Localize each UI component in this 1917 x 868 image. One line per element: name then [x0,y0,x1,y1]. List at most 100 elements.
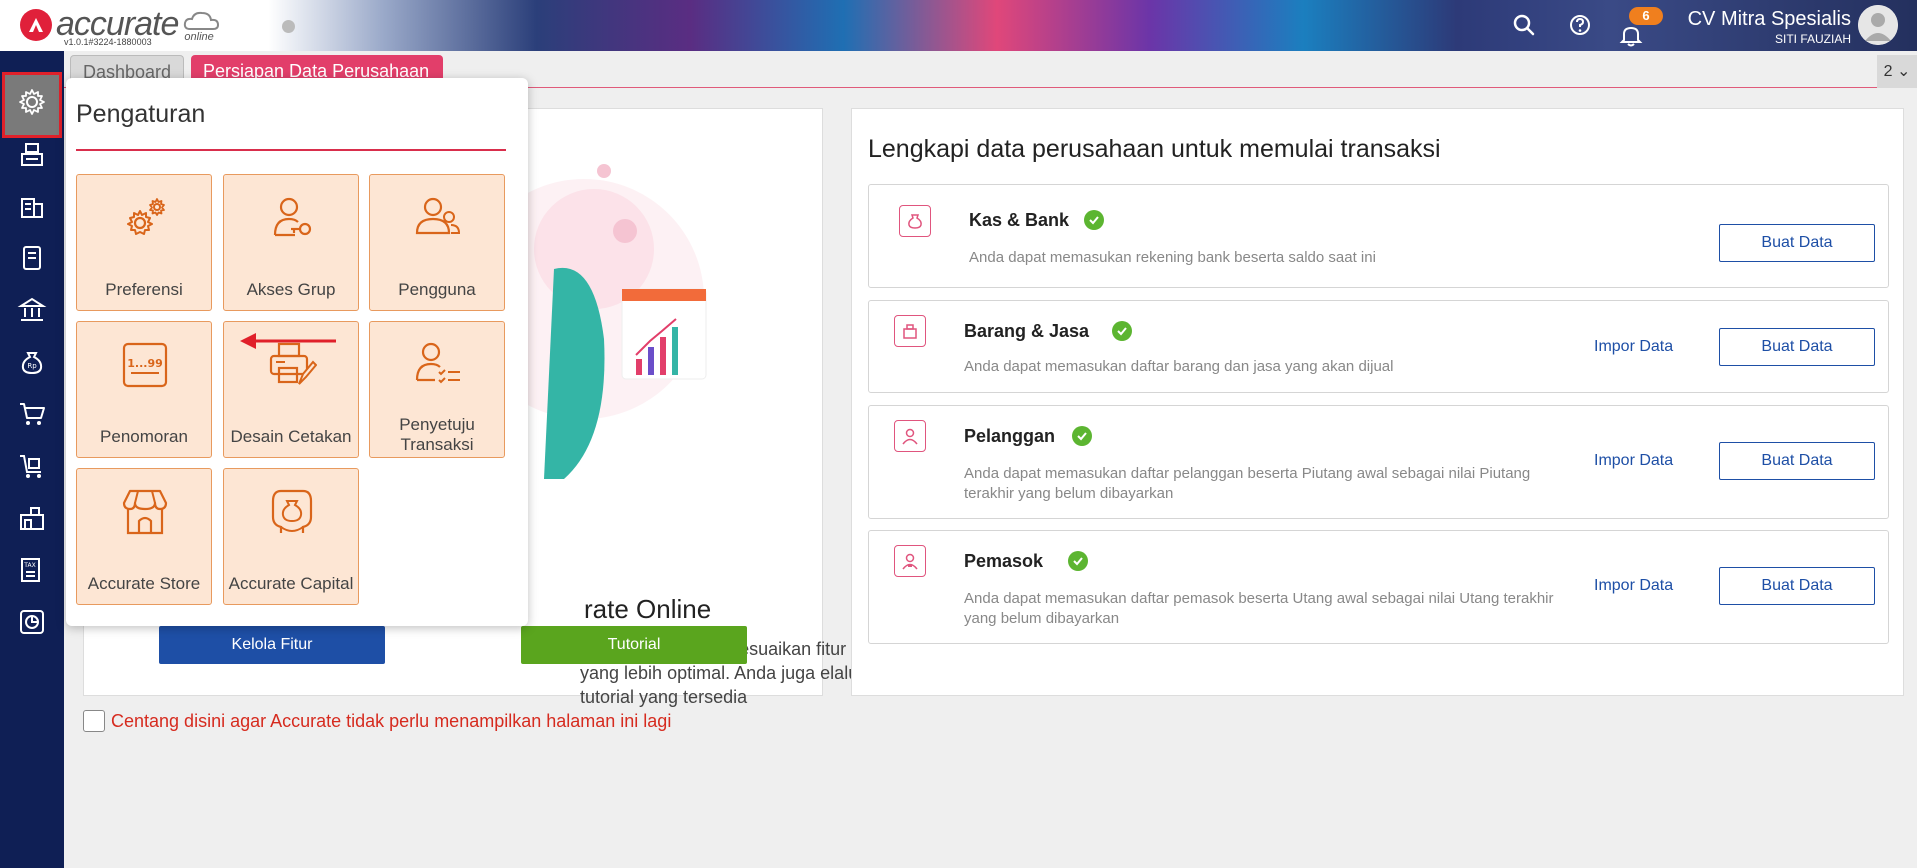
dont-show-again: Centang disini agar Accurate tidak perlu… [83,710,671,732]
bank-icon [17,297,47,321]
dont-show-checkbox[interactable] [83,710,105,732]
capital-icon [271,489,313,533]
tile-penomoran[interactable]: 1...99 Penomoran [76,321,212,458]
supplier-icon [894,545,926,577]
user-name: SITI FAUZIAH [1774,32,1851,46]
check-circle-icon [1072,426,1092,446]
tile-preferensi[interactable]: Preferensi [76,174,212,311]
row-title: Kas & Bank [969,210,1070,230]
tile-accurate-capital[interactable]: Accurate Capital [223,468,359,605]
gears-icon [127,198,165,235]
row-description: Anda dapat memasukan daftar pemasok bese… [964,590,1554,627]
pengaturan-menu: Pengaturan Preferensi Akses Grup Penggun… [66,78,528,626]
row-description: Anda dapat memasukan daftar barang dan j… [964,358,1394,375]
tile-akses-grup[interactable]: Akses Grup [223,174,359,311]
sidebar-item-money[interactable]: Rp [12,342,52,382]
svg-text:Rp: Rp [27,362,37,370]
gear-icon [19,89,45,115]
sidebar-item-reports[interactable] [12,602,52,642]
impor-data-link[interactable]: Impor Data [1594,452,1673,470]
row-description: Anda dapat memasukan daftar pelanggan be… [964,465,1531,502]
setup-card: Lengkapi data perusahaan untuk memulai t… [851,108,1904,696]
sidebar-item-purchase[interactable] [12,446,52,486]
bell-icon[interactable] [1618,22,1644,48]
numbering-icon: 1...99 [122,342,168,388]
setup-row-pemasok: Pemasok Anda dapat memasukan daftar pema… [868,530,1889,644]
goods-box-icon [894,315,926,347]
accurate-logo-mark-icon [20,8,52,41]
money-bag-icon: Rp [21,352,43,375]
cash-register-icon [21,143,43,166]
numbering-icon-text: 1...99 [127,357,163,370]
buat-data-button[interactable]: Buat Data [1719,224,1875,262]
cart-icon [20,403,45,425]
row-description: Anda dapat memasukan rekening bank beser… [969,249,1376,266]
sidebar-item-inventory[interactable] [12,498,52,538]
sidebar-item-sales[interactable] [12,394,52,434]
cloud-icon: online [182,9,222,43]
buat-data-button[interactable]: Buat Data [1719,567,1875,605]
red-arrow-annotation [240,333,336,349]
report-chart-icon [20,610,44,634]
setup-row-kas-bank: Kas & Bank Anda dapat memasukan rekening… [868,184,1889,288]
row-title: Pelanggan [964,426,1056,446]
check-circle-icon [1112,321,1132,341]
sidebar-item-cashier[interactable] [12,134,52,174]
impor-data-link[interactable]: Impor Data [1594,338,1673,356]
sidebar-item-bank[interactable] [12,290,52,330]
setup-row-pelanggan: Pelanggan Anda dapat memasukan daftar pe… [868,405,1889,519]
building-icon [21,198,43,218]
sidebar-item-company[interactable] [12,186,52,226]
help-icon[interactable] [1567,12,1593,38]
setup-title: Lengkapi data perusahaan untuk memulai t… [868,135,1441,163]
logo-online: online [184,30,214,43]
tile-label: Pengguna [398,280,476,299]
row-title: Barang & Jasa [964,321,1090,341]
tile-pengguna[interactable]: Pengguna [369,174,505,311]
users-icon [415,197,461,235]
tile-label: Penomoran [100,427,188,446]
tile-label: Penyetuju Transaksi [399,415,475,454]
sidebar-item-tax[interactable]: TAX [12,550,52,590]
welcome-title: rate Online [584,594,712,624]
avatar[interactable] [1858,5,1898,45]
impor-data-link[interactable]: Impor Data [1594,577,1673,595]
setup-row-barang-jasa: Barang & Jasa Anda dapat memasukan dafta… [868,300,1889,393]
book-icon [23,246,41,270]
svg-text:TAX: TAX [23,562,35,569]
menu-divider [76,149,506,151]
tile-label: Preferensi [105,280,183,299]
tile-label: Desain Cetakan [230,427,352,446]
user-checklist-icon [415,342,460,384]
tile-penyetuju-transaksi[interactable]: Penyetuju Transaksi [369,321,505,458]
version-label: v1.0.1#3224-1880003 [64,37,152,47]
tutorial-button[interactable]: Tutorial [521,626,747,664]
check-circle-icon [1068,551,1088,571]
dont-show-label[interactable]: Centang disini agar Accurate tidak perlu… [111,711,671,732]
tile-label: Akses Grup [246,280,336,299]
sidebar-item-settings[interactable] [12,82,52,122]
customer-icon [894,420,926,452]
kelola-fitur-button[interactable]: Kelola Fitur [159,626,385,664]
notification-badge[interactable]: 6 [1629,7,1663,25]
tab-count-dropdown[interactable]: 2 ⌄ [1877,55,1917,88]
search-icon[interactable] [1511,12,1537,38]
cart-box-icon [20,455,41,478]
company-info[interactable]: CV Mitra Spesialis SITI FAUZIAH [1688,8,1851,46]
sidebar-item-ledger[interactable] [12,238,52,278]
row-title: Pemasok [964,551,1044,571]
status-dot [282,20,295,33]
company-name: CV Mitra Spesialis [1687,8,1851,30]
warehouse-icon [20,507,44,530]
pengaturan-title: Pengaturan [76,100,206,128]
tile-label: Accurate Store [87,574,201,593]
check-circle-icon [1084,210,1104,230]
buat-data-button[interactable]: Buat Data [1719,328,1875,366]
user-key-icon [273,197,312,237]
store-icon [122,489,168,535]
tile-label: Accurate Capital [228,574,354,593]
tile-accurate-store[interactable]: Accurate Store [76,468,212,605]
cash-bank-icon [899,205,931,237]
buat-data-button[interactable]: Buat Data [1719,442,1875,480]
top-header: accurate online v1.0.1#3224-1880003 6 CV… [0,0,1917,51]
